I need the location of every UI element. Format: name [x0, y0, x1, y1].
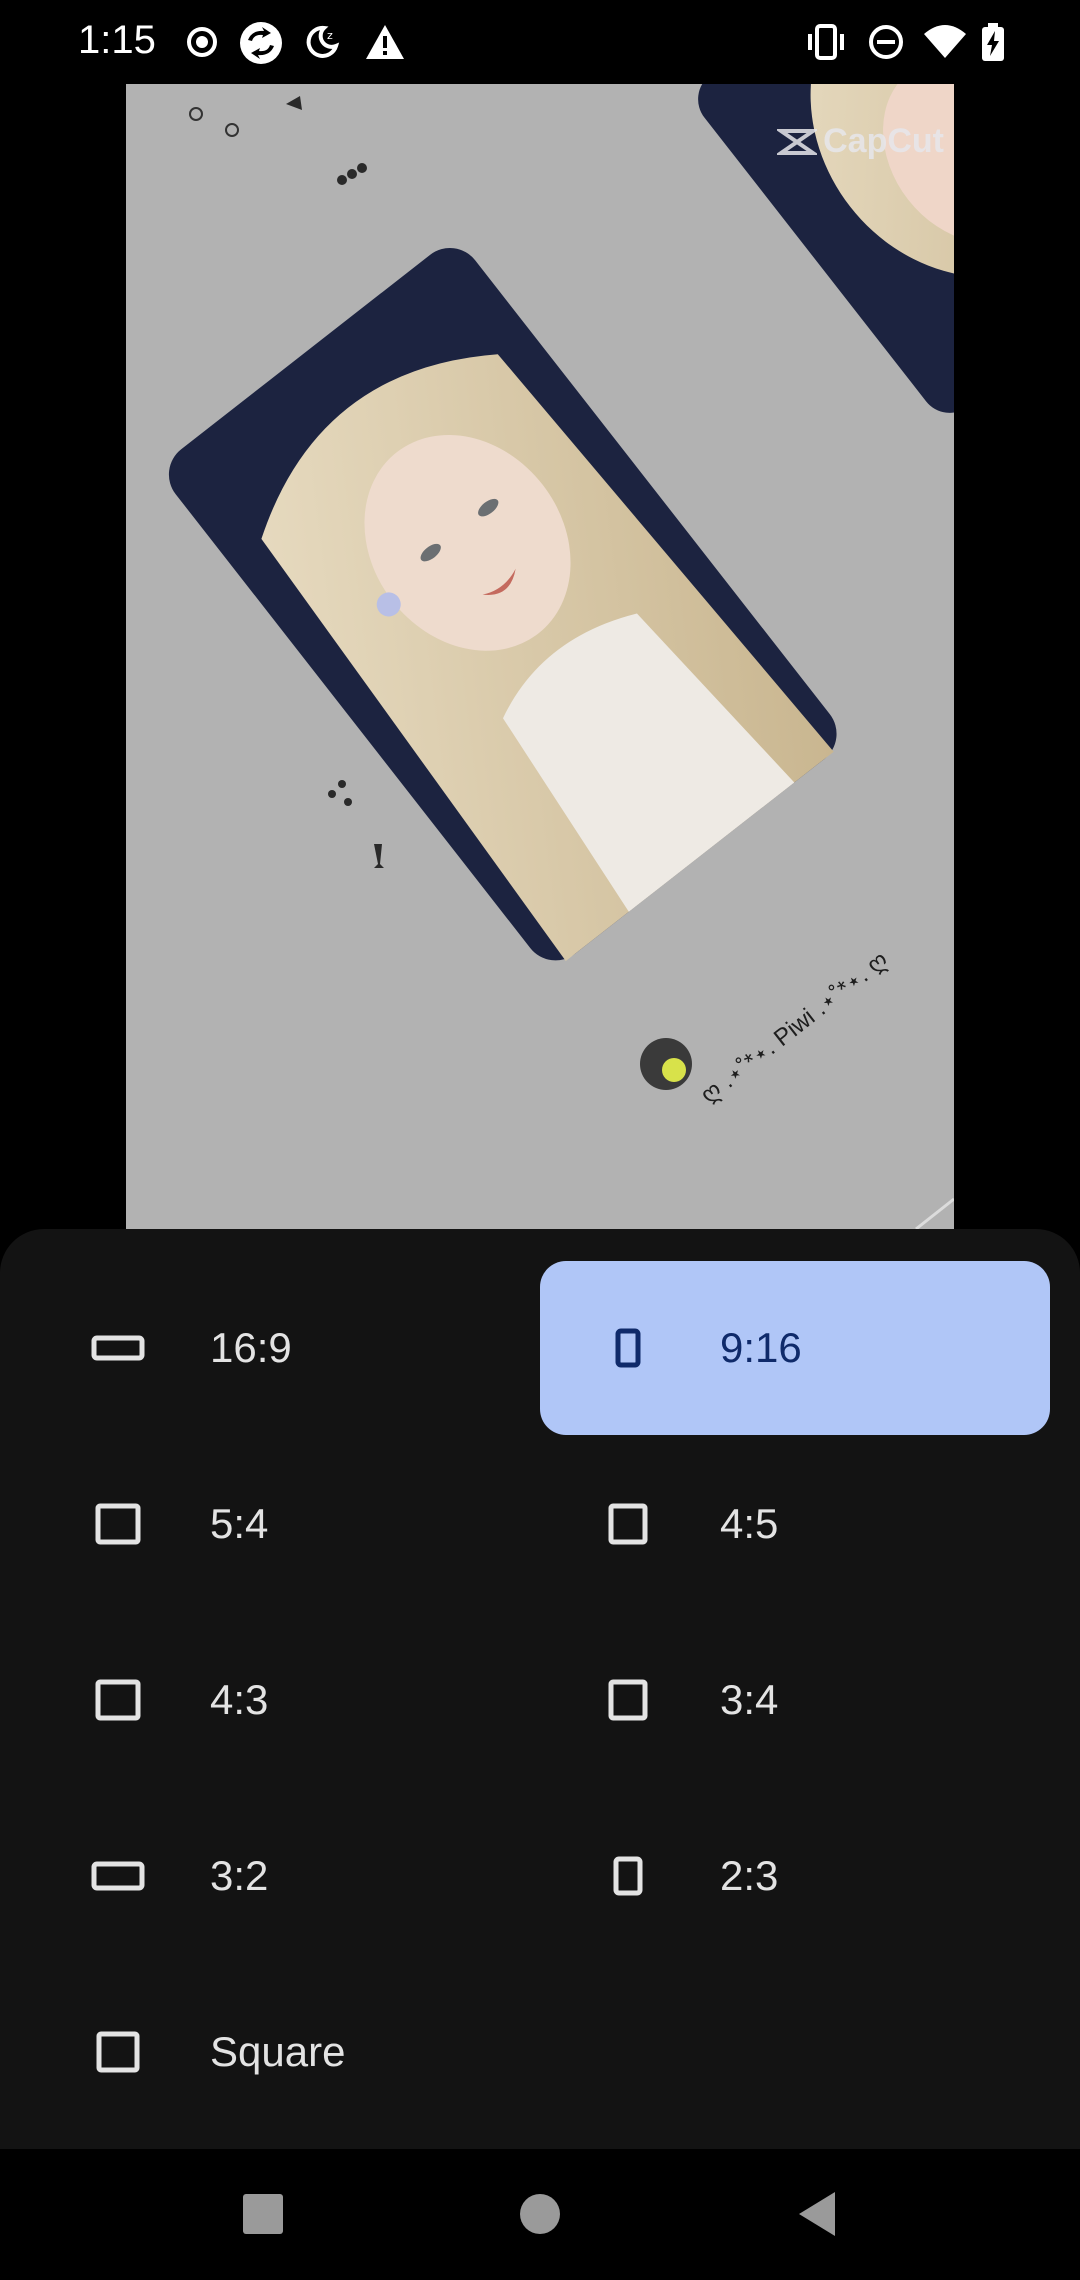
option-4-3[interactable]: 4:3 [30, 1613, 540, 1787]
navigation-bar [0, 2149, 1080, 2280]
portrait-square-icon [608, 1503, 648, 1545]
portrait-rect-icon [615, 1328, 641, 1368]
back-button[interactable] [782, 2179, 852, 2249]
video-preview[interactable]: CapCut ღ .⋆˚*⋆. Piwi .⋆˚*⋆. ღ [126, 84, 954, 1229]
warning-icon [366, 25, 404, 59]
option-3-2[interactable]: 3:2 [30, 1789, 540, 1963]
aspect-ratio-sheet: 16:9 9:16 5:4 4:5 4:3 3:4 3:2 2:3 Square [0, 1229, 1080, 2149]
option-label: Square [210, 2028, 346, 2075]
option-9-16[interactable]: 9:16 [540, 1261, 1050, 1435]
option-label: 9:16 [720, 1324, 802, 1371]
sync-icon [240, 22, 282, 64]
option-label: 4:5 [720, 1500, 779, 1547]
square-icon [96, 2031, 140, 2073]
record-icon [187, 27, 217, 57]
status-time: 1:15 [78, 18, 156, 62]
option-label: 5:4 [210, 1500, 269, 1547]
option-3-4[interactable]: 3:4 [540, 1613, 1050, 1787]
do-not-disturb-moon-icon: z [306, 25, 340, 58]
portrait-square-icon [608, 1679, 648, 1721]
recents-button[interactable] [228, 2179, 298, 2249]
status-bar: 1:15 z [0, 0, 1080, 84]
landscape-rect-icon [91, 1861, 145, 1891]
option-label: 4:3 [210, 1676, 269, 1723]
battery-charging-icon [982, 23, 1004, 61]
option-label: 3:2 [210, 1852, 269, 1899]
watermark-text: CapCut [823, 122, 944, 160]
option-4-5[interactable]: 4:5 [540, 1437, 1050, 1611]
vibrate-icon [808, 24, 844, 60]
capcut-watermark: CapCut [777, 122, 944, 161]
home-button[interactable] [505, 2179, 575, 2249]
capcut-logo-icon [777, 128, 818, 155]
square-icon [95, 1679, 141, 1721]
portrait-rect-icon [613, 1856, 643, 1896]
option-label: 3:4 [720, 1676, 779, 1723]
dnd-icon [869, 25, 903, 59]
option-16-9[interactable]: 16:9 [30, 1261, 540, 1435]
option-label: 16:9 [210, 1324, 292, 1371]
svg-text:z: z [327, 29, 333, 42]
square-icon [95, 1503, 141, 1545]
preview-artwork [168, 84, 954, 1229]
landscape-rect-icon [91, 1335, 145, 1361]
option-label: 2:3 [720, 1852, 779, 1899]
option-5-4[interactable]: 5:4 [30, 1437, 540, 1611]
option-square[interactable]: Square [30, 1965, 540, 2139]
wifi-icon [924, 25, 966, 58]
option-2-3[interactable]: 2:3 [540, 1789, 1050, 1963]
